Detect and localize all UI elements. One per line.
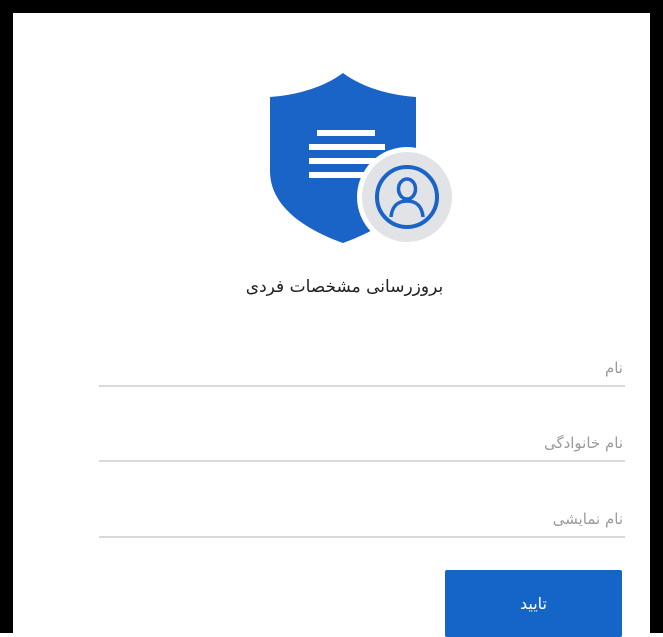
display-name-input[interactable] — [99, 502, 625, 536]
submit-button[interactable]: تایید — [445, 570, 622, 637]
page-title: بروزرسانی مشخصات فردی — [245, 277, 444, 297]
first-name-field[interactable] — [99, 351, 625, 387]
last-name-field[interactable] — [99, 426, 625, 462]
first-name-input[interactable] — [99, 351, 625, 385]
app-window: بروزرسانی مشخصات فردی تایید — [0, 0, 663, 637]
display-name-field[interactable] — [99, 502, 625, 538]
shield-document-user-icon — [270, 73, 457, 246]
last-name-input[interactable] — [99, 426, 625, 460]
